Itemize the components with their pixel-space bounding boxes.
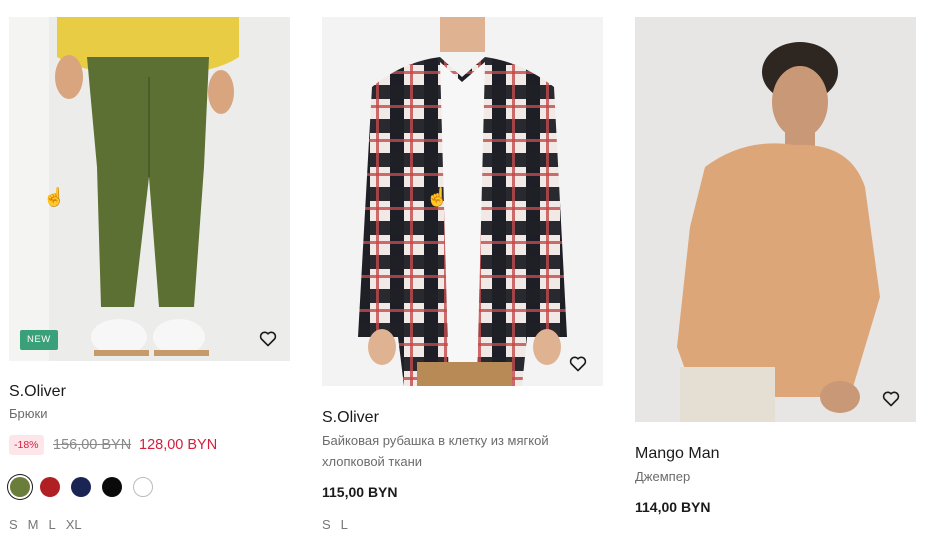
new-badge: NEW: [20, 330, 58, 350]
hand-pointer-icon: ☝: [426, 187, 449, 207]
size-list: S M L XL: [9, 517, 92, 532]
size-list: SL: [322, 517, 358, 532]
heart-outline-icon[interactable]: [882, 391, 900, 407]
product-image-shirt[interactable]: [322, 17, 603, 386]
product-price: 115,00 BYN: [322, 484, 398, 500]
product-card-shirt[interactable]: S.Oliver Байковая рубашка в клетку из мя…: [313, 0, 613, 540]
size-option[interactable]: S: [322, 517, 331, 532]
color-swatch[interactable]: [40, 477, 60, 497]
old-price: 156,00 BYN: [53, 437, 132, 453]
color-swatch[interactable]: [102, 477, 122, 497]
product-brand[interactable]: S.Oliver: [9, 383, 66, 401]
color-swatch[interactable]: [10, 477, 30, 497]
product-image-jumper[interactable]: [635, 17, 916, 422]
heart-outline-icon[interactable]: [259, 331, 277, 347]
product-name[interactable]: Джемпер: [635, 466, 690, 487]
product-price: 114,00 BYN: [635, 499, 711, 515]
hand-pointer-icon: ☝: [43, 187, 66, 207]
color-swatch[interactable]: [133, 477, 153, 497]
color-swatch[interactable]: [71, 477, 91, 497]
heart-outline-icon[interactable]: [569, 356, 587, 372]
size-option[interactable]: L: [49, 517, 56, 532]
product-card-trousers[interactable]: NEW S.Oliver Брюки -18% 156,00 BYN 128,0…: [0, 0, 300, 540]
product-card-jumper[interactable]: Mango Man Джемпер 114,00 BYN: [626, 0, 926, 540]
product-brand[interactable]: S.Oliver: [322, 409, 379, 427]
sale-price: 128,00 BYN: [139, 437, 218, 453]
discount-badge: -18%: [9, 435, 44, 455]
size-option[interactable]: M: [28, 517, 39, 532]
product-name[interactable]: Брюки: [9, 403, 47, 424]
product-name[interactable]: Байковая рубашка в клетку из мягкой хлоп…: [322, 430, 567, 472]
size-option[interactable]: XL: [66, 517, 82, 532]
size-option[interactable]: L: [341, 517, 348, 532]
size-option[interactable]: S: [9, 517, 18, 532]
product-brand[interactable]: Mango Man: [635, 445, 720, 463]
